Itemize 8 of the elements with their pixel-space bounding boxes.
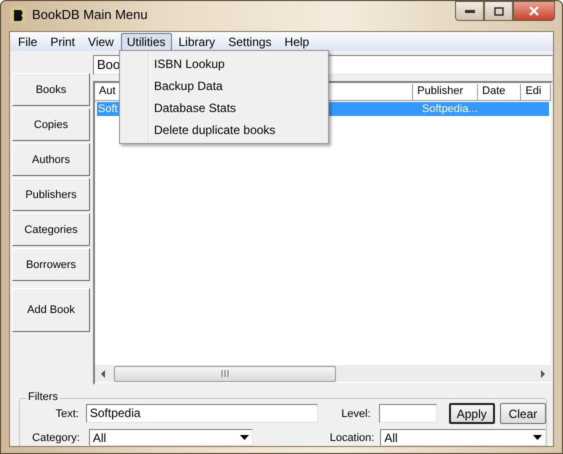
window-title: BookDB Main Menu [32,7,148,22]
table-cell: Soft [98,103,118,115]
field-label: Category: [31,430,80,444]
field-label: Level: [340,406,371,420]
field-label: Text: [54,406,79,420]
table-cell: Softpedia... [422,103,478,115]
field-label: Location: [328,430,374,444]
group-title: Filters [26,391,60,403]
